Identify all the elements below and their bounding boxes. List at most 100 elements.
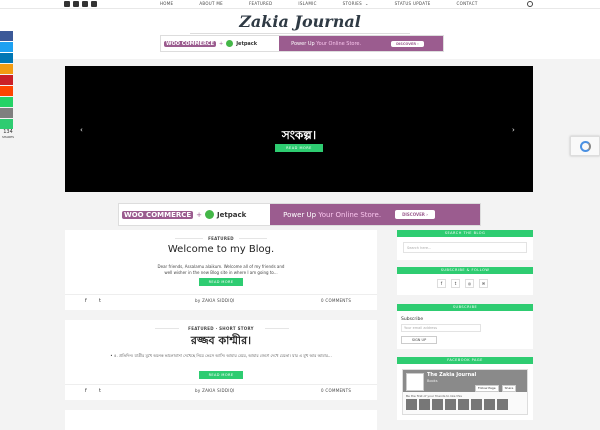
post-meta: f t by ZAKIA SIDDIQI 0 COMMENTS — [65, 294, 377, 306]
friend-faces — [406, 399, 508, 410]
email-icon[interactable]: ✉ — [479, 279, 488, 288]
ad-discover-button[interactable]: DISCOVER › — [391, 40, 424, 47]
nav-item-about[interactable]: ABOUT ME — [199, 1, 223, 7]
post-comments[interactable]: 0 COMMENTS — [321, 388, 351, 393]
instagram-icon[interactable] — [82, 1, 88, 7]
post-category[interactable]: FEATURED — [65, 236, 377, 241]
post-title[interactable]: রজ্জব কাশ্মীর। — [65, 332, 377, 351]
nav-item-home[interactable]: HOME — [160, 1, 173, 7]
nav-item-stories[interactable]: STORIES ⌄ — [343, 1, 369, 7]
post-author[interactable]: by ZAKIA SIDDIQI — [195, 298, 235, 303]
featured-slider: সংকল্প। READ MORE ‹ › — [65, 66, 533, 192]
page-thumbnail — [406, 373, 424, 391]
widget-heading: SEARCH THE BLOG — [397, 230, 533, 237]
facebook-icon[interactable] — [0, 31, 13, 41]
share-count: 134 SHARES — [0, 130, 16, 140]
avatar — [458, 399, 469, 410]
reddit-icon[interactable] — [0, 86, 13, 96]
sign-up-button[interactable]: SIGN UP — [401, 336, 437, 344]
twitter-icon[interactable]: t — [99, 298, 101, 304]
nav-item-status[interactable]: STATUS UPDATE — [395, 1, 431, 7]
slider-prev-icon[interactable]: ‹ — [80, 126, 83, 134]
slider-next-icon[interactable]: › — [512, 126, 515, 134]
search-icon[interactable] — [527, 1, 533, 7]
facebook-icon[interactable] — [64, 1, 70, 7]
share-button[interactable]: Share — [501, 385, 517, 392]
facebook-icon[interactable]: f — [85, 388, 87, 394]
search-widget: SEARCH THE BLOG Search here... — [397, 230, 533, 260]
search-input[interactable]: Search here... — [403, 242, 527, 253]
ad-plus: + — [218, 40, 224, 47]
post-excerpt: Dear friends, Assalamu alaikum. Welcome … — [157, 264, 285, 275]
linkedin-icon[interactable] — [0, 53, 13, 63]
site-logo[interactable]: Zakia Journal — [200, 12, 400, 31]
post-title[interactable]: Welcome to my Blog. — [65, 244, 377, 255]
post-meta: f t by ZAKIA SIDDIQI 0 COMMENTS — [65, 384, 377, 396]
nav-item-islamic[interactable]: ISLAMIC — [298, 1, 316, 7]
widget-heading: FACEBOOK PAGE — [397, 357, 533, 364]
follow-icons: f t ◎ ✉ — [437, 279, 488, 288]
facebook-icon[interactable]: f — [437, 279, 446, 288]
facebook-page-likes: Books — [427, 379, 438, 383]
ad-message: Power Up Your Online Store. DISCOVER › — [270, 204, 480, 225]
ad-power-text: Power Up — [291, 40, 315, 47]
ad-plus: + — [196, 210, 203, 219]
post-excerpt: • ৫. প্রতিদিন। যাত্রীর মুখে অনেক ভালোবাস… — [110, 353, 332, 358]
nav-item-featured[interactable]: FEATURED — [249, 1, 272, 7]
ad-discover-button[interactable]: DISCOVER › — [395, 210, 435, 219]
rss-icon[interactable] — [91, 1, 97, 7]
read-more-button[interactable]: READ MORE — [199, 278, 243, 286]
subscribe-widget: SUBSCRIBE Subscribe Your email address S… — [397, 304, 533, 349]
pinterest-icon[interactable] — [0, 75, 13, 85]
recaptcha-badge[interactable] — [570, 136, 600, 156]
nav-item-contact[interactable]: CONTACT — [457, 1, 478, 7]
email-field[interactable]: Your email address — [401, 324, 481, 332]
post-comments[interactable]: 0 COMMENTS — [321, 298, 351, 303]
avatar — [445, 399, 456, 410]
ad-highlight: Your Online Store. — [318, 210, 382, 219]
recaptcha-icon — [580, 141, 591, 152]
chevron-down-icon: ⌄ — [364, 1, 369, 6]
slide-read-more-button[interactable]: READ MORE — [275, 144, 323, 152]
logo-divider — [190, 33, 410, 34]
content-ad-banner[interactable]: WOO COMMERCE + Jetpack Power Up Your Onl… — [118, 203, 481, 226]
twitter-icon[interactable] — [73, 1, 79, 7]
twitter-icon[interactable]: t — [99, 388, 101, 394]
facebook-icon[interactable]: f — [85, 298, 87, 304]
woocommerce-logo: WOO COMMERCE — [164, 40, 216, 47]
post-card — [65, 410, 377, 430]
whatsapp-icon[interactable] — [0, 97, 13, 107]
jetpack-logo: Jetpack — [217, 210, 247, 219]
facebook-page-name[interactable]: The Zakia Journal — [427, 372, 476, 378]
jetpack-logo: Jetpack — [236, 40, 258, 47]
facebook-page-embed[interactable]: The Zakia Journal Books Follow Page Shar… — [402, 369, 528, 415]
avatar — [406, 399, 417, 410]
jetpack-icon — [205, 210, 215, 219]
post-card: FEATURED · SHORT STORY রজ্জব কাশ্মীর। • … — [65, 320, 377, 400]
follow-page-button[interactable]: Follow Page — [475, 385, 499, 392]
subscribe-label: Subscribe — [401, 317, 424, 322]
friends-text: Be the first of your friends to like thi… — [406, 394, 462, 398]
post-category[interactable]: FEATURED · SHORT STORY — [65, 326, 377, 331]
ad-highlight: Your Online Store. — [316, 40, 362, 47]
widget-heading: SUBSCRIBE — [397, 304, 533, 311]
widget-heading: SUBSCRIBE & FOLLOW — [397, 267, 533, 274]
email-icon[interactable] — [0, 64, 13, 74]
follow-widget: SUBSCRIBE & FOLLOW f t ◎ ✉ — [397, 267, 533, 295]
ad-tagline: Power Up Your Online Store. — [291, 41, 361, 47]
twitter-icon[interactable] — [0, 42, 13, 52]
nav-item-stories-label: STORIES — [342, 1, 362, 6]
avatar — [484, 399, 495, 410]
ad-brand: WOO COMMERCE + Jetpack — [119, 204, 271, 225]
avatar — [471, 399, 482, 410]
post-author[interactable]: by ZAKIA SIDDIQI — [195, 388, 235, 393]
jetpack-icon — [226, 40, 234, 47]
facebook-buttons: Follow Page Share — [475, 385, 517, 392]
mail-icon[interactable] — [0, 108, 13, 118]
header-ad-banner[interactable]: WOO COMMERCE + Jetpack Power Up Your Onl… — [160, 35, 444, 52]
more-icon[interactable] — [0, 119, 13, 129]
main-nav: HOME ABOUT ME FEATURED ISLAMIC STORIES ⌄ … — [160, 1, 504, 7]
instagram-icon[interactable]: ◎ — [465, 279, 474, 288]
twitter-icon[interactable]: t — [451, 279, 460, 288]
read-more-button[interactable]: READ MORE — [199, 371, 243, 379]
